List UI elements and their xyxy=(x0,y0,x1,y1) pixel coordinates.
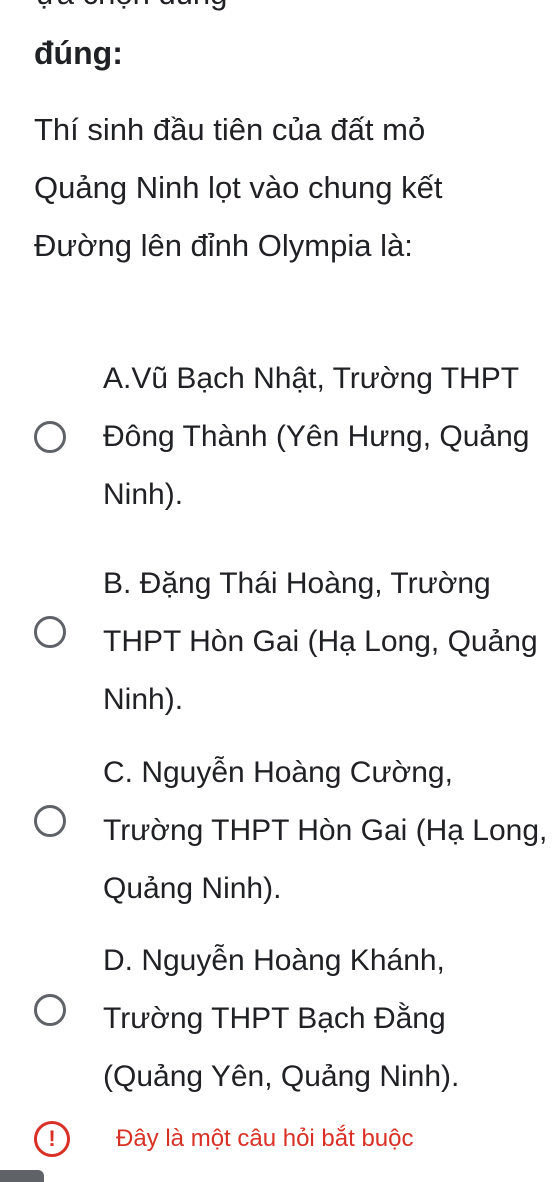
option-d[interactable]: D. Nguyễn Hoàng Khánh, Trường THPT Bạch … xyxy=(0,920,558,1094)
radio-button-c[interactable] xyxy=(34,805,66,837)
radio-button-b[interactable] xyxy=(34,616,66,648)
exclamation-icon: ! xyxy=(34,1121,70,1157)
required-notice: ! Đây là một câu hỏi bắt buộc xyxy=(34,1118,534,1160)
required-notice-text: Đây là một câu hỏi bắt buộc xyxy=(116,1125,414,1152)
question-title: đúng: xyxy=(34,35,123,71)
option-b[interactable]: B. Đặng Thái Hoàng, Trường THPT Hòn Gai … xyxy=(0,541,558,716)
option-d-label: D. Nguyễn Hoàng Khánh, Trường THPT Bạch … xyxy=(103,944,460,1093)
bottom-edge-indicator xyxy=(0,1170,44,1182)
radio-button-d[interactable] xyxy=(34,994,66,1026)
option-a-label: A.Vũ Bạch Nhật, Trường THPT Đông Thành (… xyxy=(103,362,530,511)
question-text: Thí sinh đầu tiên của đất mỏ Quảng Ninh … xyxy=(34,112,443,263)
option-a[interactable]: A.Vũ Bạch Nhật, Trường THPT Đông Thành (… xyxy=(0,350,558,524)
option-c-label: C. Nguyễn Hoàng Cường, Trường THPT Hòn G… xyxy=(103,756,548,905)
option-c[interactable]: C. Nguyễn Hoàng Cường, Trường THPT Hòn G… xyxy=(0,730,558,905)
clipped-previous-line: ựa chọn đúng xyxy=(36,0,227,14)
question-page: ựa chọn đúng đúng: Thí sinh đầu tiên của… xyxy=(0,0,558,1182)
option-b-label: B. Đặng Thái Hoàng, Trường THPT Hòn Gai … xyxy=(103,567,538,716)
radio-button-a[interactable] xyxy=(34,421,66,453)
